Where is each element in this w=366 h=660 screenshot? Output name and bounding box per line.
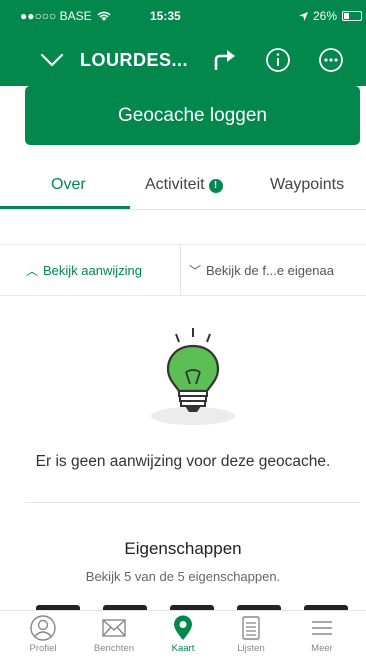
tab-kaart[interactable]: Kaart: [153, 614, 213, 654]
log-geocache-button[interactable]: Geocache loggen: [25, 86, 360, 145]
directions-icon[interactable]: [210, 46, 238, 74]
chevron-down-icon: ﹀: [189, 263, 202, 278]
tab-berichten[interactable]: Berichten: [84, 614, 144, 654]
tab-meer[interactable]: Meer: [292, 614, 352, 654]
carrier-label: ●●○○○ BASE: [20, 9, 92, 23]
clock: 15:35: [150, 9, 181, 23]
properties-title: Eigenschappen: [124, 539, 242, 558]
tab-waypoints[interactable]: Waypoints: [270, 176, 344, 194]
list-icon: [242, 616, 260, 640]
tab-profiel[interactable]: Profiel: [13, 614, 73, 654]
battery-percent: 26%: [312, 9, 337, 23]
lightbulb-icon: [151, 328, 235, 425]
app-header: ●●○○○ BASE 15:35 26% LOURDES...: [0, 0, 366, 86]
info-icon[interactable]: [264, 46, 292, 74]
active-tab-indicator: [0, 206, 130, 209]
properties-subtitle: Bekijk 5 van de 5 eigenschappen.: [85, 569, 281, 584]
tab-lijsten[interactable]: Lijsten: [221, 614, 281, 654]
location-arrow-icon: [298, 11, 308, 21]
mail-icon: [102, 619, 126, 637]
profile-icon: [30, 615, 56, 641]
chevron-up-icon: ︿: [26, 263, 39, 278]
map-pin-icon: [174, 615, 192, 640]
tab-over[interactable]: Over: [51, 176, 86, 194]
status-bar: ●●○○○ BASE 15:35 26%: [0, 0, 366, 30]
show-owner-button[interactable]: ﹀ Bekijk de f...e eigenaa: [180, 245, 366, 295]
battery-icon: [342, 11, 362, 21]
no-hint-message: Er is geen aanwijzing voor deze geocache…: [35, 453, 331, 470]
nav-bar: LOURDES...: [0, 38, 366, 82]
page-title: LOURDES...: [80, 50, 189, 70]
more-icon[interactable]: [317, 46, 345, 74]
alert-badge: !: [208, 179, 223, 193]
chevron-down-icon[interactable]: [38, 46, 66, 74]
detail-tabs: Over Activiteit! Waypoints: [0, 162, 366, 210]
divider: [25, 502, 360, 503]
wifi-icon: [97, 11, 111, 21]
tab-activity[interactable]: Activiteit!: [145, 176, 223, 194]
show-hint-button[interactable]: ︿ Bekijk aanwijzing: [26, 245, 194, 295]
hint-toggle-row: ︿ Bekijk aanwijzing ﹀ Bekijk de f...e ei…: [0, 244, 366, 296]
bottom-tab-bar: Profiel Berichten Kaart Lijsten Meer: [0, 610, 366, 660]
menu-icon: [312, 621, 332, 635]
